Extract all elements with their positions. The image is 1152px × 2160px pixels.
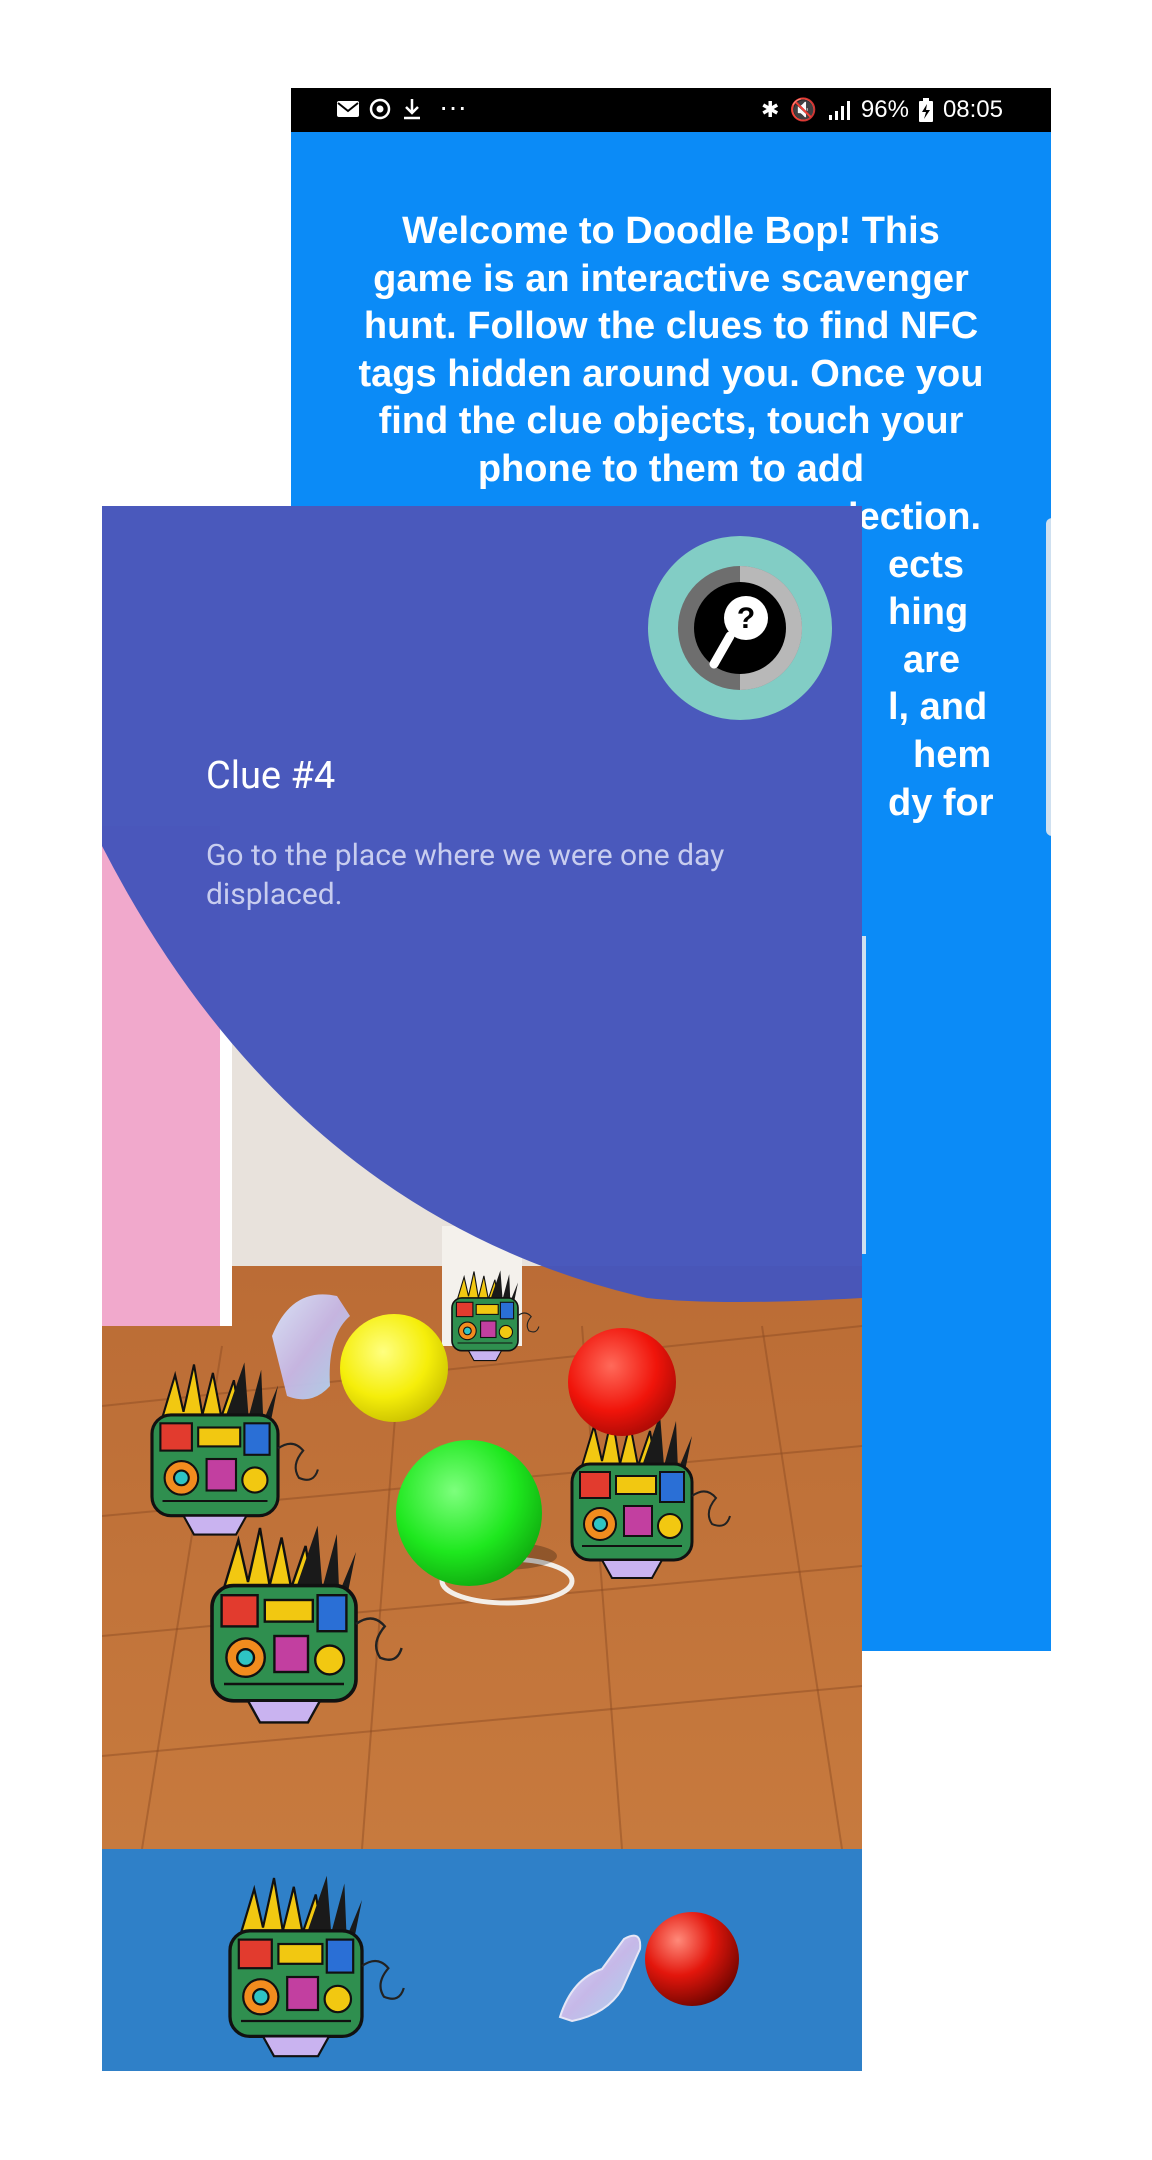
green-ball[interactable] [396,1440,542,1586]
scroll-handle-upper[interactable] [1046,518,1051,836]
welcome-fragment: lection. [848,496,982,538]
collection-items [228,1874,739,2058]
pink-door [102,826,222,1326]
battery-percent: 96% [860,96,909,123]
clue-text: Go to the place where we were one day di… [206,838,725,912]
collected-red-ball-icon[interactable] [645,1912,739,2006]
mute-icon: 🔇 [789,97,817,122]
welcome-fragment: hem [913,733,992,776]
collected-crystal-icon[interactable] [558,1934,642,2023]
welcome-fragment: l, and [888,686,988,729]
collection-bar [102,1849,862,2071]
welcome-fragment: dy for [888,781,994,824]
status-bar: ··· ✱ 🔇 96% 08:05 [291,88,1051,132]
help-button[interactable]: ? [648,536,832,720]
sync-icon [369,98,391,120]
svg-text:?: ? [737,602,755,635]
signal-icon [828,101,850,120]
red-ball[interactable] [568,1328,676,1436]
clue-title: Clue #4 [206,754,336,798]
email-icon [337,101,359,117]
welcome-message: Welcome to Doodle Bop! This game is an i… [358,210,984,490]
clock: 08:05 [942,96,1003,123]
battery-charging-icon [918,98,933,122]
more-notifications-indicator: ··· [439,91,467,122]
welcome-fragment: hing [888,591,969,634]
welcome-fragment: are [903,638,961,681]
collected-doodle-icon[interactable] [228,1874,406,2058]
yellow-ball[interactable] [340,1314,448,1422]
clue-screen: Clue #4 Go to the place where we were on… [102,506,862,2071]
magnifier-question-icon: ? [648,536,832,720]
bluetooth-icon: ✱ [761,97,780,122]
welcome-fragment: ects [888,543,965,586]
download-icon [404,99,420,120]
